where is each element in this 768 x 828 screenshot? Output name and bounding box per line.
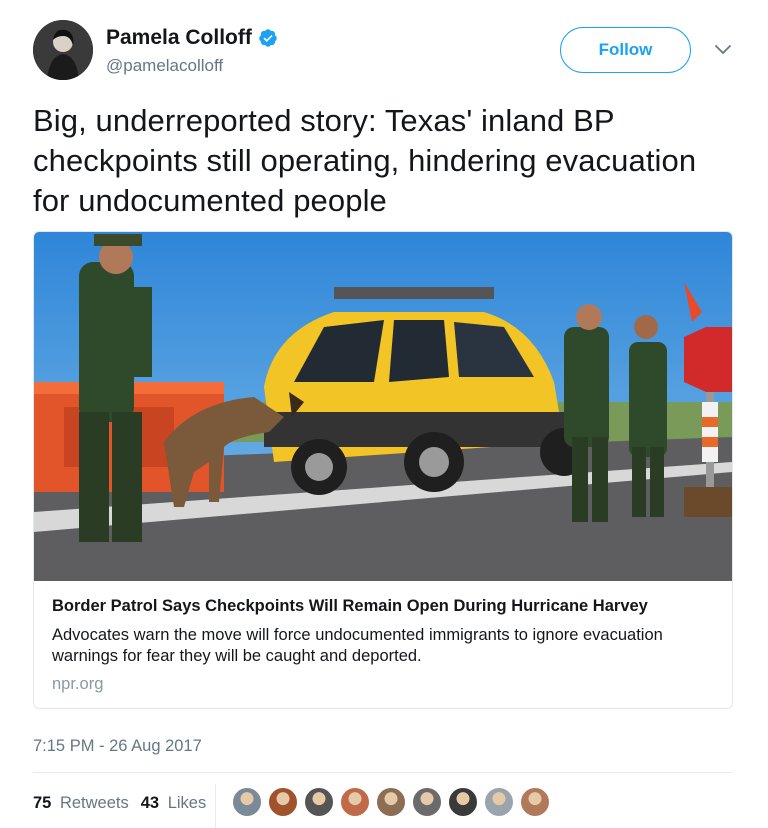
author-handle[interactable]: @pamelacolloff xyxy=(106,56,223,76)
author-name-row: Pamela Colloff xyxy=(106,26,278,50)
liker-avatar-icon[interactable] xyxy=(232,787,262,817)
link-card[interactable]: Border Patrol Says Checkpoints Will Rema… xyxy=(33,231,733,709)
stats-divider xyxy=(215,784,216,828)
tweet-timestamp[interactable]: 7:15 PM - 26 Aug 2017 xyxy=(33,737,202,756)
author-avatar[interactable] xyxy=(33,20,93,80)
retweets-label: Retweets xyxy=(59,794,129,812)
liker-avatars xyxy=(232,787,556,817)
user-avatar-icon xyxy=(33,20,93,80)
liker-avatar-icon[interactable] xyxy=(484,787,514,817)
liker-avatar-icon[interactable] xyxy=(268,787,298,817)
likes-label: Likes xyxy=(167,794,207,812)
card-description: Advocates warn the move will force undoc… xyxy=(52,626,663,665)
tweet-header: Pamela Colloff @pamelacolloff Follow xyxy=(33,18,743,82)
chevron-down-icon[interactable] xyxy=(713,42,733,58)
liker-avatar-icon[interactable] xyxy=(520,787,550,817)
liker-avatar-icon[interactable] xyxy=(412,787,442,817)
tweet-text: Big, underreported story: Texas' inland … xyxy=(33,103,697,218)
card-domain[interactable]: npr.org xyxy=(52,675,103,694)
verified-badge-icon xyxy=(259,29,277,47)
retweets-stat[interactable]: 75 Retweets xyxy=(33,794,129,813)
liker-avatar-icon[interactable] xyxy=(340,787,370,817)
news-photo-icon xyxy=(34,232,732,581)
follow-button[interactable]: Follow xyxy=(560,27,691,73)
card-title[interactable]: Border Patrol Says Checkpoints Will Rema… xyxy=(52,597,722,616)
liker-avatar-icon[interactable] xyxy=(376,787,406,817)
likes-stat[interactable]: 43 Likes xyxy=(141,794,206,813)
liker-avatar-icon[interactable] xyxy=(448,787,478,817)
author-name[interactable]: Pamela Colloff xyxy=(106,26,252,50)
tweet-stats: 75 Retweets 43 Likes xyxy=(33,794,218,813)
divider xyxy=(33,772,733,773)
likes-count: 43 xyxy=(140,794,160,812)
liker-avatar-icon[interactable] xyxy=(304,787,334,817)
retweets-count: 75 xyxy=(33,794,52,812)
